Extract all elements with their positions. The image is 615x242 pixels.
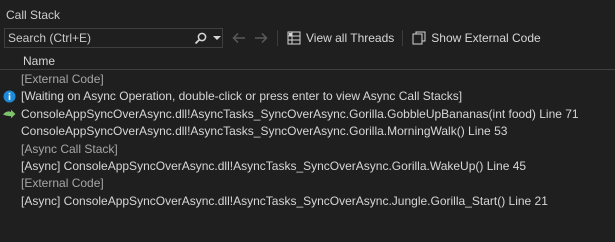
stack-frame-label: [Waiting on Async Operation, double-clic…: [21, 89, 463, 104]
show-external-code-label: Show External Code: [431, 31, 541, 45]
threads-grid-icon: [286, 30, 302, 46]
search-box: [4, 28, 223, 48]
stack-frame-label: [External Code]: [21, 176, 104, 191]
toolbar-separator: [402, 30, 404, 46]
search-input[interactable]: [5, 29, 190, 47]
stack-frame-row[interactable]: [Async] ConsoleAppSyncOverAsync.dll!Asyn…: [0, 193, 615, 210]
toolbar-separator: [277, 30, 278, 46]
stack-frame-label: [External Code]: [21, 72, 104, 86]
external-code-icon: [411, 30, 427, 46]
stack-frame-row[interactable]: [Waiting on Async Operation, double-clic…: [0, 88, 615, 105]
stack-frame-label: ConsoleAppSyncOverAsync.dll!AsyncTasks_S…: [21, 124, 508, 139]
stack-frame-row[interactable]: ConsoleAppSyncOverAsync.dll!AsyncTasks_S…: [0, 106, 615, 123]
stack-frame-label: [Async] ConsoleAppSyncOverAsync.dll!Asyn…: [21, 158, 527, 173]
stack-frame-label: ConsoleAppSyncOverAsync.dll!AsyncTasks_S…: [21, 106, 579, 121]
name-column-header[interactable]: Name: [23, 53, 55, 69]
toolbar: View all Threads Show External Code: [0, 27, 615, 49]
stack-frame-row[interactable]: ConsoleAppSyncOverAsync.dll!AsyncTasks_S…: [0, 123, 615, 140]
search-icon[interactable]: [190, 29, 212, 47]
call-stack-list: [External Code] [Waiting on Async Operat…: [0, 71, 615, 210]
current-frame-arrow-icon: [0, 106, 18, 123]
column-header[interactable]: Name: [0, 52, 615, 70]
stack-frame-row[interactable]: [External Code]: [0, 175, 615, 192]
search-dropdown-icon[interactable]: [212, 29, 222, 47]
window-title: Call Stack: [6, 8, 61, 22]
stack-frame-row[interactable]: [Async] ConsoleAppSyncOverAsync.dll!Asyn…: [0, 158, 615, 175]
stack-frame-row[interactable]: [External Code]: [0, 71, 615, 88]
show-external-code-button[interactable]: Show External Code: [409, 28, 542, 48]
back-arrow-icon[interactable]: [229, 29, 249, 47]
stack-frame-label: [Async] ConsoleAppSyncOverAsync.dll!Asyn…: [21, 193, 548, 208]
forward-arrow-icon[interactable]: [251, 29, 271, 47]
stack-frame-label: [Async Call Stack]: [21, 141, 118, 156]
info-icon: [0, 88, 18, 105]
call-stack-window: Call Stack Search (Ctrl+E) View all Thre…: [0, 0, 615, 242]
view-all-threads-label: View all Threads: [306, 31, 395, 45]
view-all-threads-button[interactable]: View all Threads: [284, 28, 396, 48]
stack-frame-row[interactable]: [Async Call Stack]: [0, 141, 615, 158]
